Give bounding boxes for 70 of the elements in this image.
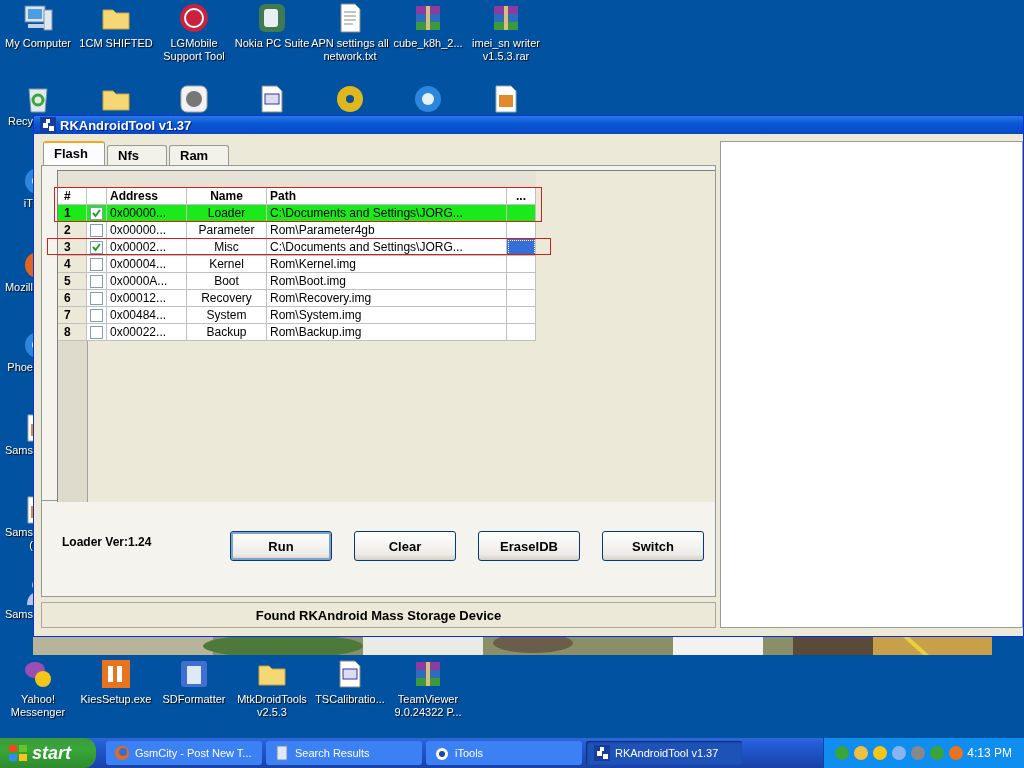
taskbar-button[interactable]: Search Results [266, 741, 422, 765]
computer-icon [22, 2, 54, 34]
icon-label[interactable]: KiesSetup.exe [80, 693, 152, 706]
row-number: 4 [58, 256, 87, 273]
table-row[interactable]: 4 0x00004... Kernel Rom\Kernel.img [58, 256, 536, 273]
icon-label[interactable]: Phoe [7, 361, 33, 374]
action-button[interactable]: Clear [354, 531, 456, 561]
table-cell: Rom\Backup.img [267, 324, 507, 341]
icon-label[interactable]: Yahoo! Messenger [0, 693, 78, 719]
window-title: RKAndroidTool v1.37 [60, 117, 192, 133]
taskbar-button[interactable]: iTools [426, 741, 582, 765]
icon-label[interactable]: Recy [7, 115, 33, 128]
icon-label[interactable]: APN settings all network.txt [310, 37, 390, 63]
icon-label[interactable]: 1CM SHIFTED [79, 37, 153, 50]
icon-label[interactable]: cube_k8h_2... [393, 37, 463, 50]
eye-icon [434, 745, 450, 761]
globe-icon [412, 83, 444, 115]
table-row[interactable]: 8 0x00022... Backup Rom\Backup.img [58, 324, 536, 341]
loader-version: Loader Ver:1.24 [62, 535, 153, 549]
checkbox[interactable] [90, 223, 103, 237]
icon-label[interactable]: Sams ( [4, 526, 33, 552]
table-cell: 0x00022... [107, 324, 187, 341]
checkbox[interactable] [90, 274, 103, 288]
icon-label[interactable]: SDFormatter [162, 693, 226, 706]
row-number: 7 [58, 307, 87, 324]
row-number: 6 [58, 290, 87, 307]
checkbox[interactable] [90, 206, 103, 220]
app-icon [40, 117, 56, 133]
checkbox[interactable] [90, 291, 103, 305]
icon-label[interactable]: Sams [4, 608, 33, 621]
row-number: 8 [58, 324, 87, 341]
checkbox[interactable] [90, 257, 103, 271]
table-cell: Backup [187, 324, 267, 341]
action-button[interactable]: EraseIDB [478, 531, 580, 561]
tab[interactable]: Ram [169, 145, 229, 165]
app-icon [594, 745, 610, 761]
icon-label[interactable]: Nokia PC Suite [234, 37, 310, 50]
table-row[interactable]: 7 0x00484... System Rom\System.img [58, 307, 536, 324]
action-button[interactable]: Switch [602, 531, 704, 561]
table-row[interactable]: 3 0x00002... Misc C:\Documents and Settings\JORG... [58, 239, 536, 256]
browse-cell[interactable] [507, 239, 536, 256]
icon-label[interactable]: MtkDroidTools v2.5.3 [232, 693, 312, 719]
icon-label[interactable]: TeamViewer 9.0.24322 P... [388, 693, 468, 719]
icon-label[interactable]: iT [23, 197, 33, 210]
icon-label[interactable]: LGMobile Support Tool [154, 37, 234, 63]
table-row[interactable]: 6 0x00012... Recovery Rom\Recovery.img [58, 290, 536, 307]
tab[interactable]: Nfs [107, 145, 167, 165]
table-row[interactable]: 5 0x0000A... Boot Rom\Boot.img [58, 273, 536, 290]
icon-label[interactable]: imei_sn writer v1.5.3.rar [466, 37, 546, 63]
tray-icon[interactable] [872, 745, 888, 761]
action-button[interactable]: Run [230, 531, 332, 561]
icon-label[interactable]: Mozill [4, 281, 33, 294]
disc-icon [334, 83, 366, 115]
tab[interactable]: Flash [43, 141, 105, 165]
tray-icon[interactable] [853, 745, 869, 761]
clock: 4:13 PM [967, 746, 1012, 760]
checkbox[interactable] [90, 308, 103, 322]
icon-label[interactable]: TSCalibratio... [315, 693, 385, 706]
taskbar-button[interactable]: GsmCity - Post New T... [106, 741, 262, 765]
tray-icon[interactable] [891, 745, 907, 761]
icon-label[interactable]: Sams [4, 444, 33, 457]
document-icon [274, 745, 290, 761]
checkbox[interactable] [90, 325, 103, 339]
taskbar-button[interactable]: RKAndroidTool v1.37 [586, 741, 742, 765]
windows-flag-icon [8, 744, 28, 762]
icon-label[interactable]: My Computer [5, 37, 71, 50]
checkbox[interactable] [90, 240, 103, 254]
status-text: Found RKAndroid Mass Storage Device [255, 607, 502, 623]
row-number: 3 [58, 239, 87, 256]
row-number: 5 [58, 273, 87, 290]
